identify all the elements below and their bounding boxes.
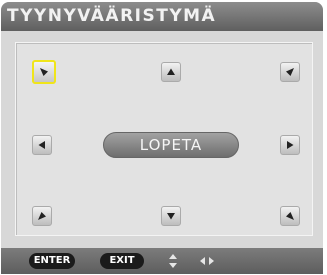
triangle-up-left-icon	[286, 212, 294, 220]
corner-button-bottom-left[interactable]	[32, 206, 52, 226]
keystone-dialog: TYYNYVÄÄRISTYMÄ LOPETA	[1, 2, 323, 248]
left-right-arrows-icon	[200, 256, 214, 266]
triangle-up-right-icon	[38, 212, 46, 220]
triangle-down-icon	[167, 213, 175, 220]
key-hint-bar: ENTER EXIT	[1, 248, 323, 274]
corner-button-bottom-center[interactable]	[161, 206, 181, 226]
corner-button-top-right[interactable]	[280, 62, 300, 82]
triangle-up-icon	[167, 68, 175, 75]
exit-adjust-button[interactable]: LOPETA	[103, 132, 239, 158]
up-down-arrows-icon	[168, 254, 178, 268]
corner-button-middle-left[interactable]	[32, 135, 52, 155]
dialog-title: TYYNYVÄÄRISTYMÄ	[1, 2, 323, 31]
corner-adjust-panel: LOPETA	[15, 42, 313, 236]
triangle-left-icon	[38, 141, 45, 149]
corner-button-middle-right[interactable]	[280, 135, 300, 155]
exit-key-hint: EXIT	[100, 253, 144, 269]
enter-key-hint: ENTER	[29, 253, 75, 269]
corner-button-top-left[interactable]	[32, 60, 56, 84]
triangle-down-left-icon	[286, 68, 294, 76]
triangle-right-icon	[287, 141, 294, 149]
corner-button-top-center[interactable]	[161, 62, 181, 82]
corner-button-bottom-right[interactable]	[280, 206, 300, 226]
triangle-down-right-icon	[40, 68, 48, 76]
